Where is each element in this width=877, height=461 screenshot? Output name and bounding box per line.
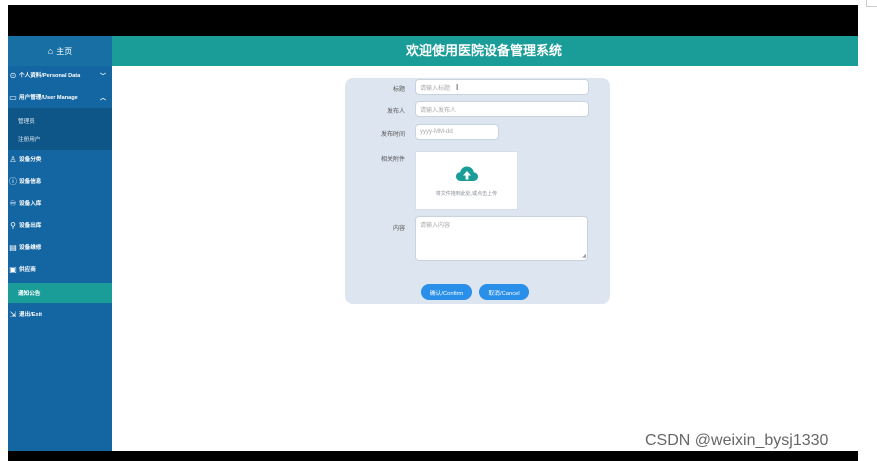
sidebar-item-label: 个人资料/Personal Data (19, 73, 81, 79)
supplier-icon: ▣ (9, 264, 17, 274)
home-icon: ⌂ (47, 46, 54, 56)
watermark-text: CSDN @weixin_bysj1330 (645, 432, 829, 449)
sidebar-item-label: 供应商 (19, 267, 36, 273)
sidebar-item-user-manage[interactable]: ▭ 用户管理/User Manage ︿ (8, 88, 112, 106)
sidebar-item-label: 设备维修 (19, 245, 42, 251)
submenu-user-manage: 管理员 注册用户 (8, 108, 112, 150)
home-label: 主页 (56, 46, 73, 56)
text-cursor-icon: I (456, 82, 459, 92)
sidebar-item-label: 退出/Exit (19, 312, 43, 318)
publisher-input[interactable]: 请输入发布人 (415, 101, 589, 117)
sidebar-item-label: 用户管理/User Manage (19, 95, 78, 101)
content-textarea[interactable]: 请输入内容 ◢ (415, 216, 588, 261)
sidebar-item-supplier[interactable]: ▣ 供应商 (8, 260, 112, 278)
sidebar: ⊙ 个人资料/Personal Data ﹀ ▭ 用户管理/User Manag… (8, 66, 112, 451)
sidebar-item-label: 通知公告 (18, 291, 41, 297)
document-icon: ▤ (9, 242, 17, 252)
confirm-button[interactable]: 确认/Confirm (421, 284, 472, 300)
search-icon: ⚲ (10, 220, 16, 230)
sidebar-item-device-inbound[interactable]: ♾ 设备入库 (8, 194, 112, 212)
publish-time-label: 发布时间 (380, 132, 405, 138)
top-black-bar (8, 5, 858, 36)
exit-icon: ⇲ (9, 309, 17, 319)
monitor-icon: ▭ (9, 92, 17, 102)
resize-handle-icon[interactable]: ◢ (582, 254, 586, 259)
chevron-up-icon: ︿ (99, 95, 106, 102)
chevron-down-icon: ﹀ (99, 73, 106, 80)
sidebar-item-label: 设备信息 (19, 179, 42, 185)
sidebar-item-device-info[interactable]: ⓘ 设备信息 (8, 172, 112, 190)
window-corner (866, 0, 877, 7)
cloud-upload-icon (456, 166, 478, 181)
attachment-upload[interactable]: 将文件拖到此处,或点击上传 (415, 151, 518, 210)
title-placeholder: 请输入标题 (420, 85, 451, 92)
user-group-icon: ♙ (9, 154, 17, 164)
title-input[interactable]: 请输入标题 I (415, 79, 589, 95)
upload-tip: 将文件拖到此处,或点击上传 (435, 191, 498, 197)
sidebar-item-device-category[interactable]: ♙ 设备分类 (8, 150, 112, 168)
submenu-item-registered-users[interactable]: 注册用户 (8, 130, 112, 148)
sidebar-item-label: 设备出库 (19, 223, 42, 229)
home-button[interactable]: ⌂ 主页 (8, 36, 112, 66)
attachment-label: 相关附件 (380, 157, 405, 163)
cancel-button[interactable]: 取消/Cancel (479, 284, 529, 300)
page-title: 欢迎使用医院设备管理系统 (405, 43, 562, 58)
sidebar-item-device-outbound[interactable]: ⚲ 设备出库 (8, 216, 112, 234)
title-label: 标题 (392, 87, 405, 93)
sidebar-item-label: 设备入库 (19, 201, 42, 207)
content-placeholder: 请输入内容 (420, 223, 451, 229)
publisher-placeholder: 请输入发布人 (420, 107, 457, 114)
sidebar-item-exit[interactable]: ⇲ 退出/Exit (8, 305, 112, 323)
publish-time-input[interactable]: yyyy-MM-dd (415, 124, 499, 140)
content-label: 内容 (392, 226, 405, 232)
inbound-icon: ♾ (9, 198, 17, 208)
sidebar-item-notice[interactable]: 通知公告 (8, 283, 112, 303)
sidebar-item-device-repair[interactable]: ▤ 设备维修 (8, 238, 112, 256)
publisher-label: 发布人 (386, 109, 405, 115)
sidebar-item-label: 设备分类 (19, 157, 42, 163)
submenu-item-admin[interactable]: 管理员 (8, 112, 112, 130)
header-bar: ⌂ 主页 欢迎使用医院设备管理系统 (8, 36, 858, 66)
person-icon: ⊙ (9, 70, 17, 80)
notice-form: 标题 请输入标题 I 发布人 请输入发布人 发布时间 yyyy-MM-dd 相关… (345, 78, 610, 304)
info-icon: ⓘ (9, 176, 17, 186)
bottom-black-bar (8, 451, 858, 461)
publish-time-placeholder: yyyy-MM-dd (420, 129, 453, 135)
sidebar-item-personal-data[interactable]: ⊙ 个人资料/Personal Data ﹀ (8, 66, 112, 84)
